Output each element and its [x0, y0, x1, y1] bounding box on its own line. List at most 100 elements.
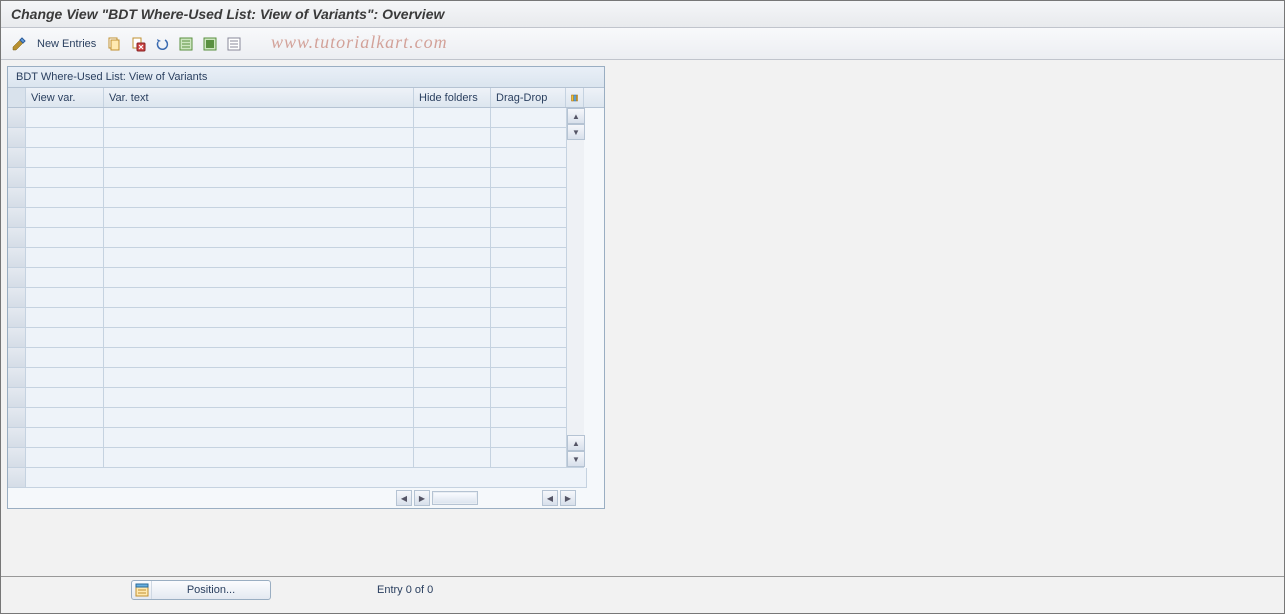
- cell-view-var[interactable]: [26, 348, 104, 368]
- scroll-right2-icon[interactable]: ▶: [560, 490, 576, 506]
- cell-hide-folders[interactable]: [414, 448, 491, 468]
- row-selector[interactable]: [8, 328, 26, 348]
- cell-view-var[interactable]: [26, 128, 104, 148]
- cell-var-text[interactable]: [104, 268, 414, 288]
- cell-view-var[interactable]: [26, 168, 104, 188]
- cell-var-text[interactable]: [104, 288, 414, 308]
- cell-drag-drop[interactable]: [491, 168, 566, 188]
- cell-hide-folders[interactable]: [414, 248, 491, 268]
- cell-view-var[interactable]: [26, 308, 104, 328]
- cell-hide-folders[interactable]: [414, 308, 491, 328]
- cell-drag-drop[interactable]: [491, 368, 566, 388]
- cell-view-var[interactable]: [26, 448, 104, 468]
- scrollbar-horizontal[interactable]: ◀ ▶ ◀ ▶: [8, 488, 604, 508]
- cell-hide-folders[interactable]: [414, 128, 491, 148]
- cell-view-var[interactable]: [26, 428, 104, 448]
- row-selector[interactable]: [8, 168, 26, 188]
- row-selector[interactable]: [8, 228, 26, 248]
- cell-var-text[interactable]: [104, 128, 414, 148]
- cell-view-var[interactable]: [26, 208, 104, 228]
- row-selector[interactable]: [8, 348, 26, 368]
- column-config-icon[interactable]: [566, 88, 584, 107]
- cell-view-var[interactable]: [26, 248, 104, 268]
- cell-var-text[interactable]: [104, 148, 414, 168]
- select-all-icon[interactable]: [176, 34, 196, 54]
- row-selector[interactable]: [8, 148, 26, 168]
- cell-drag-drop[interactable]: [491, 308, 566, 328]
- cell-var-text[interactable]: [104, 348, 414, 368]
- cell-var-text[interactable]: [104, 388, 414, 408]
- cell-var-text[interactable]: [104, 448, 414, 468]
- cell-var-text[interactable]: [104, 408, 414, 428]
- row-selector[interactable]: [8, 128, 26, 148]
- cell-var-text[interactable]: [104, 308, 414, 328]
- scroll-up-bottom-icon[interactable]: ▲: [567, 435, 585, 451]
- cell-var-text[interactable]: [104, 228, 414, 248]
- cell-view-var[interactable]: [26, 388, 104, 408]
- cell-view-var[interactable]: [26, 108, 104, 128]
- cell-var-text[interactable]: [104, 188, 414, 208]
- select-block-icon[interactable]: [200, 34, 220, 54]
- row-selector-header[interactable]: [8, 88, 26, 107]
- cell-hide-folders[interactable]: [414, 228, 491, 248]
- cell-view-var[interactable]: [26, 288, 104, 308]
- toggle-edit-icon[interactable]: [9, 34, 29, 54]
- cell-drag-drop[interactable]: [491, 388, 566, 408]
- scroll-down-bottom-icon[interactable]: ▼: [567, 451, 585, 467]
- cell-drag-drop[interactable]: [491, 268, 566, 288]
- cell-hide-folders[interactable]: [414, 328, 491, 348]
- cell-hide-folders[interactable]: [414, 168, 491, 188]
- cell-drag-drop[interactable]: [491, 288, 566, 308]
- row-selector[interactable]: [8, 308, 26, 328]
- cell-hide-folders[interactable]: [414, 348, 491, 368]
- position-button[interactable]: Position...: [131, 580, 271, 600]
- cell-drag-drop[interactable]: [491, 448, 566, 468]
- row-selector[interactable]: [8, 268, 26, 288]
- cell-hide-folders[interactable]: [414, 428, 491, 448]
- scroll-track[interactable]: [432, 491, 478, 505]
- cell-drag-drop[interactable]: [491, 248, 566, 268]
- cell-hide-folders[interactable]: [414, 368, 491, 388]
- cell-view-var[interactable]: [26, 328, 104, 348]
- cell-view-var[interactable]: [26, 228, 104, 248]
- scroll-down-icon[interactable]: ▼: [567, 124, 585, 140]
- row-selector[interactable]: [8, 448, 26, 468]
- column-header-view-var[interactable]: View var.: [26, 88, 104, 107]
- cell-view-var[interactable]: [26, 268, 104, 288]
- cell-hide-folders[interactable]: [414, 148, 491, 168]
- cell-hide-folders[interactable]: [414, 268, 491, 288]
- cell-drag-drop[interactable]: [491, 408, 566, 428]
- row-selector[interactable]: [8, 388, 26, 408]
- cell-view-var[interactable]: [26, 408, 104, 428]
- new-entries-button[interactable]: New Entries: [33, 36, 100, 52]
- cell-var-text[interactable]: [104, 368, 414, 388]
- cell-var-text[interactable]: [104, 208, 414, 228]
- cell-view-var[interactable]: [26, 188, 104, 208]
- cell-view-var[interactable]: [26, 368, 104, 388]
- undo-icon[interactable]: [152, 34, 172, 54]
- column-header-drag-drop[interactable]: Drag-Drop: [491, 88, 566, 107]
- column-header-hide-folders[interactable]: Hide folders: [414, 88, 491, 107]
- deselect-all-icon[interactable]: [224, 34, 244, 54]
- cell-drag-drop[interactable]: [491, 108, 566, 128]
- cell-hide-folders[interactable]: [414, 388, 491, 408]
- cell-var-text[interactable]: [104, 328, 414, 348]
- row-selector[interactable]: [8, 368, 26, 388]
- row-selector[interactable]: [8, 428, 26, 448]
- scroll-right-icon[interactable]: ▶: [414, 490, 430, 506]
- cell-var-text[interactable]: [104, 248, 414, 268]
- scrollbar-vertical[interactable]: ▲ ▼ ▲ ▼: [566, 108, 584, 468]
- row-selector[interactable]: [8, 408, 26, 428]
- cell-hide-folders[interactable]: [414, 108, 491, 128]
- row-selector[interactable]: [8, 248, 26, 268]
- cell-drag-drop[interactable]: [491, 328, 566, 348]
- cell-drag-drop[interactable]: [491, 208, 566, 228]
- delete-icon[interactable]: [128, 34, 148, 54]
- cell-var-text[interactable]: [104, 168, 414, 188]
- cell-hide-folders[interactable]: [414, 208, 491, 228]
- row-selector-footer[interactable]: [8, 468, 26, 488]
- column-header-var-text[interactable]: Var. text: [104, 88, 414, 107]
- row-selector[interactable]: [8, 288, 26, 308]
- row-selector[interactable]: [8, 108, 26, 128]
- cell-drag-drop[interactable]: [491, 348, 566, 368]
